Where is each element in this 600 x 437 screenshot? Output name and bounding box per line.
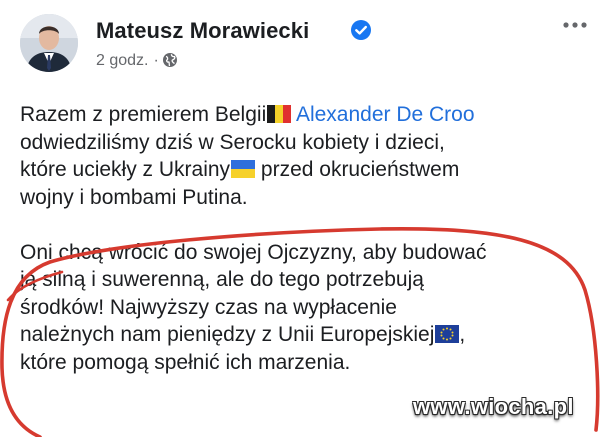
facebook-post: Mateusz Morawiecki 2 godz. · Razem z prem… — [0, 0, 600, 437]
text-segment: należnych nam pieniędzy z Unii Europejsk… — [20, 323, 435, 346]
post-header: Mateusz Morawiecki 2 godz. · — [20, 14, 590, 76]
author-avatar[interactable] — [20, 14, 78, 72]
text-line: które pomogą spełnić ich marzenia. — [20, 350, 351, 374]
text-line: odwiedziliśmy dziś w Serocku kobiety i d… — [20, 130, 445, 154]
text-segment: Razem z premierem Belgii — [20, 103, 267, 126]
verified-badge-icon — [351, 20, 371, 40]
meta-separator: · — [153, 52, 159, 69]
text-line: środków! Najwyższy czas na wypłacenie — [20, 295, 397, 319]
post-meta: 2 godz. · — [96, 52, 178, 70]
author-name[interactable]: Mateusz Morawiecki — [96, 18, 309, 44]
more-options-icon[interactable] — [562, 20, 588, 30]
text-line: Oni chcą wrócić do swojej Ojczyzny, aby … — [20, 240, 487, 264]
text-segment: które uciekły z Ukrainy — [20, 158, 231, 181]
text-line: wojny i bombami Putina. — [20, 185, 248, 209]
text-segment: , — [459, 323, 466, 346]
text-line: Razem z premierem Belgii Alexander De Cr… — [20, 101, 590, 129]
eu-flag-emoji — [435, 325, 460, 343]
mention-link[interactable]: Alexander De Croo — [296, 103, 475, 126]
text-line: które uciekły z Ukrainy przed okrucieńst… — [20, 156, 590, 184]
text-line: ją silną i suwerenną, ale do tego potrze… — [20, 268, 424, 291]
post-timestamp[interactable]: 2 godz. — [96, 52, 148, 69]
globe-icon[interactable] — [162, 52, 178, 68]
ukraine-flag-emoji — [231, 160, 256, 178]
text-segment: przed okrucieństwem — [255, 158, 460, 181]
text-line: należnych nam pieniędzy z Unii Europejsk… — [20, 321, 590, 349]
belgium-flag-emoji — [267, 105, 292, 123]
site-watermark: www.wiocha.pl — [413, 394, 574, 419]
post-text: Razem z premierem Belgii Alexander De Cr… — [20, 101, 590, 376]
